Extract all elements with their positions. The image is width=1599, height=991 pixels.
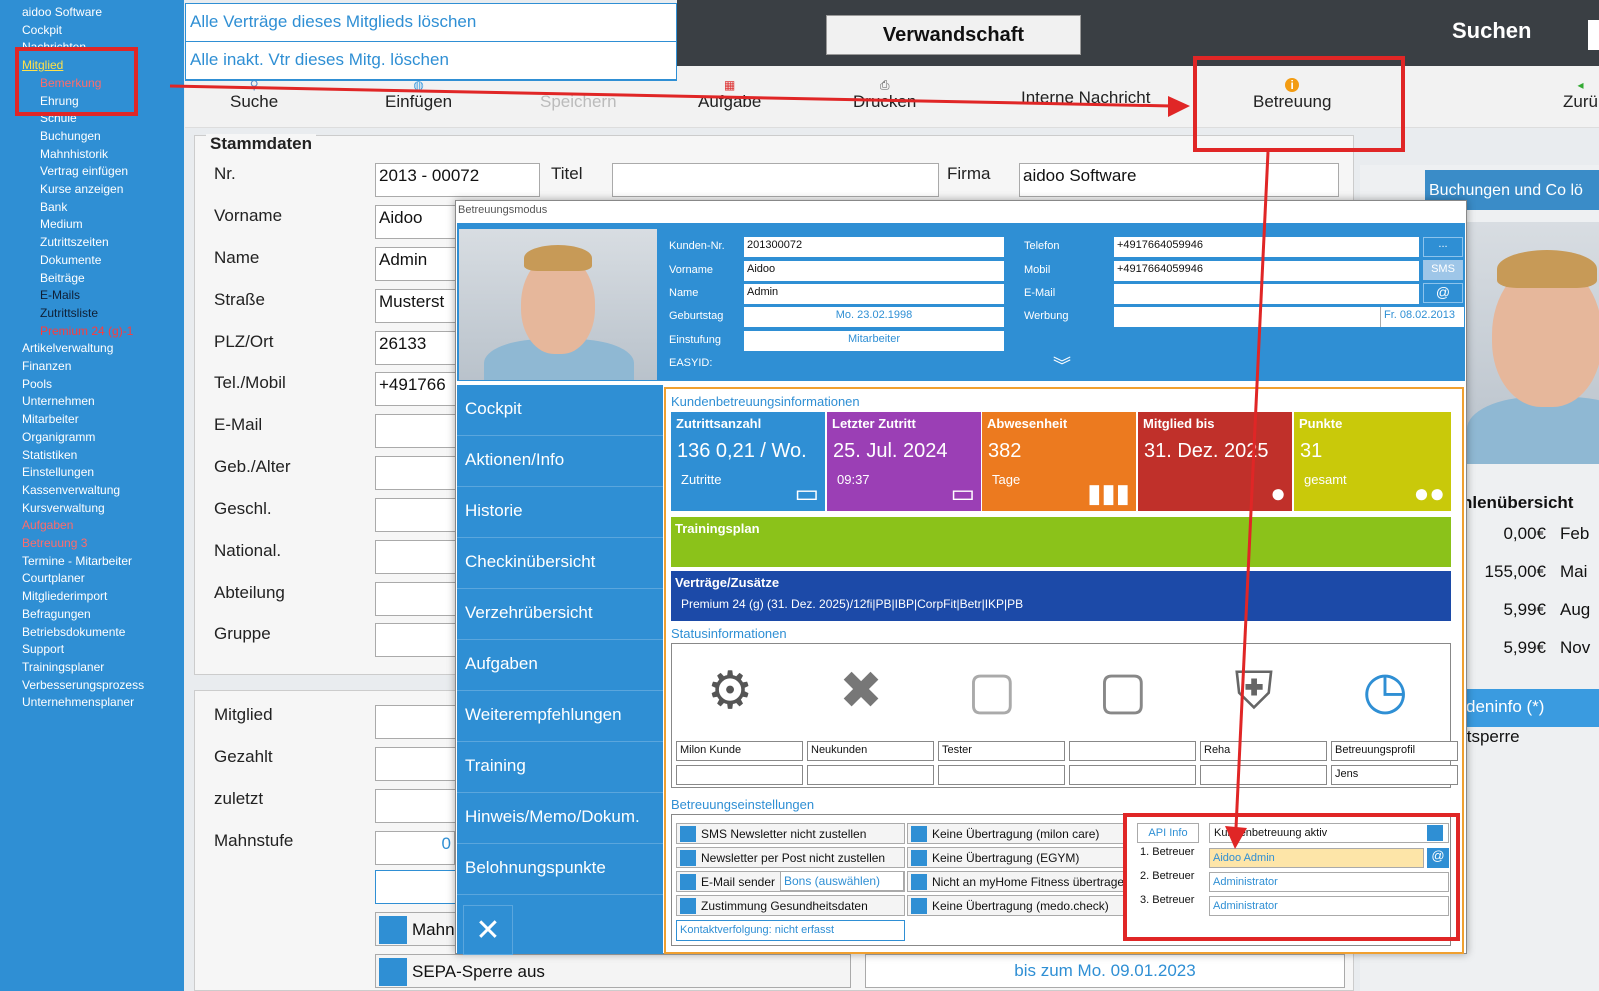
arrow-head-2 [1225,826,1247,849]
arrow-line-2 [1234,151,1270,829]
arrow-line-1 [169,84,1173,108]
annotation-arrows [169,84,1270,849]
arrow-head-1 [1168,96,1190,117]
